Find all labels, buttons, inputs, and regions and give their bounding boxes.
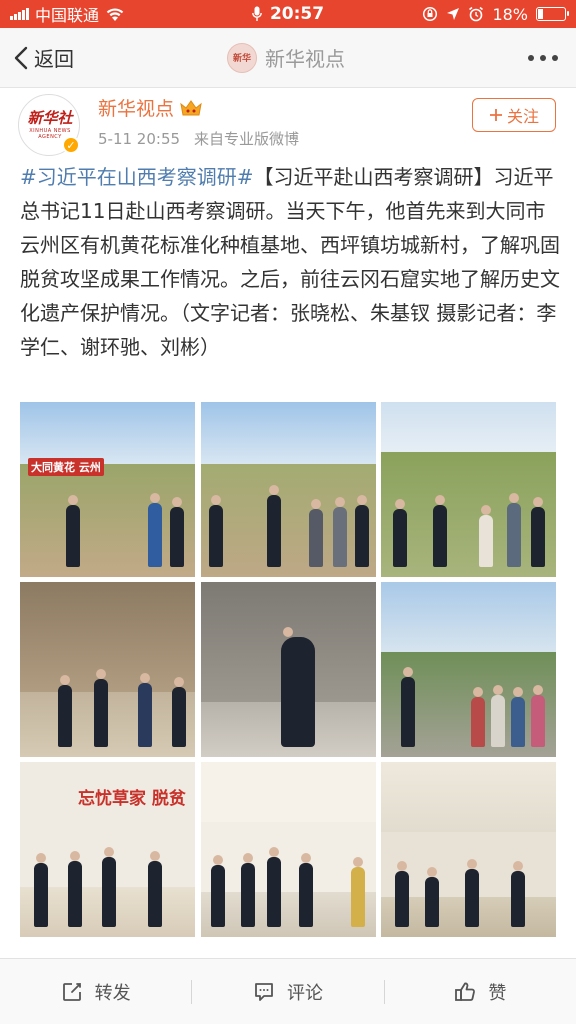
location-icon — [447, 8, 460, 20]
post-header: 新华社 XINHUA NEWS AGENCY ✓ 新华视点 5-11 20:55… — [0, 88, 576, 158]
author-name-text: 新华视点 — [98, 98, 175, 120]
photo-grid: 大同黄花 云州 忘忧草家 脱贫 — [20, 402, 556, 937]
plus-icon — [489, 109, 502, 121]
status-center: 20:57 — [210, 4, 366, 24]
bottom-action-bar: 转发 评论 赞 — [0, 958, 576, 1024]
photo-6[interactable] — [381, 582, 556, 757]
photo-8[interactable] — [200, 762, 376, 937]
status-left: 中国联通 — [10, 2, 210, 26]
post-body-text: 【习近平赴山西考察调研】习近平总书记11日赴山西考察调研。当天下午，他首先来到大… — [20, 165, 560, 359]
follow-button[interactable]: 关注 — [472, 98, 556, 132]
photo-4[interactable] — [20, 582, 195, 757]
photo-5[interactable] — [200, 582, 376, 757]
alarm-icon — [469, 6, 484, 22]
battery-icon — [536, 7, 569, 21]
follow-label: 关注 — [506, 107, 539, 126]
post-meta: 5-11 20:55 来自专业版微博 — [98, 128, 299, 149]
wifi-icon — [106, 8, 124, 21]
crown-icon — [180, 99, 202, 115]
hashtag-link[interactable]: #习近平在山西考察调研# — [20, 165, 254, 189]
verified-badge-icon: ✓ — [62, 136, 80, 154]
chevron-left-icon — [14, 46, 28, 69]
comment-button[interactable]: 评论 — [192, 974, 383, 1010]
more-dots-icon[interactable] — [418, 54, 558, 61]
rotation-lock-icon — [423, 6, 438, 22]
comment-icon — [255, 982, 273, 1001]
status-right: 18% — [366, 4, 569, 24]
comment-label: 评论 — [286, 982, 323, 1004]
avatar-logo-text: 新华社 — [27, 109, 73, 127]
battery-percent: 18% — [492, 4, 528, 24]
clock: 20:57 — [269, 4, 325, 24]
photo-9[interactable] — [381, 762, 556, 937]
post-source: 来自专业版微博 — [194, 130, 300, 148]
nav-avatar: 新华 — [227, 42, 257, 73]
thumbs-up-icon — [455, 982, 476, 1001]
nav-title: 新华 新华视点 — [154, 42, 418, 73]
photo-7[interactable]: 忘忧草家 脱贫 — [20, 762, 195, 937]
post-time: 5-11 20:55 — [98, 130, 181, 148]
carrier-name: 中国联通 — [35, 6, 100, 25]
post-body: #习近平在山西考察调研#【习近平赴山西考察调研】习近平总书记11日赴山西考察调研… — [20, 160, 560, 364]
photo-2[interactable] — [200, 402, 376, 577]
repost-icon — [62, 982, 81, 1001]
photo-3[interactable] — [381, 402, 556, 577]
microphone-icon — [252, 6, 262, 21]
photo-1[interactable]: 大同黄花 云州 — [20, 402, 195, 577]
field-sign: 大同黄花 云州 — [28, 458, 104, 476]
signal-icon — [10, 8, 29, 20]
repost-button[interactable]: 转发 — [0, 974, 191, 1010]
back-label: 返回 — [34, 47, 74, 71]
nav-title-text: 新华视点 — [265, 47, 345, 71]
status-bar: 中国联通 20:57 18% — [0, 0, 576, 28]
repost-label: 转发 — [94, 982, 131, 1004]
author-name[interactable]: 新华视点 — [98, 94, 202, 121]
like-label: 赞 — [488, 982, 507, 1004]
like-button[interactable]: 赞 — [385, 974, 576, 1010]
back-button[interactable]: 返回 — [14, 43, 154, 72]
nav-bar: 返回 新华 新华视点 — [0, 28, 576, 88]
wall-text: 忘忧草家 脱贫 — [78, 789, 186, 809]
